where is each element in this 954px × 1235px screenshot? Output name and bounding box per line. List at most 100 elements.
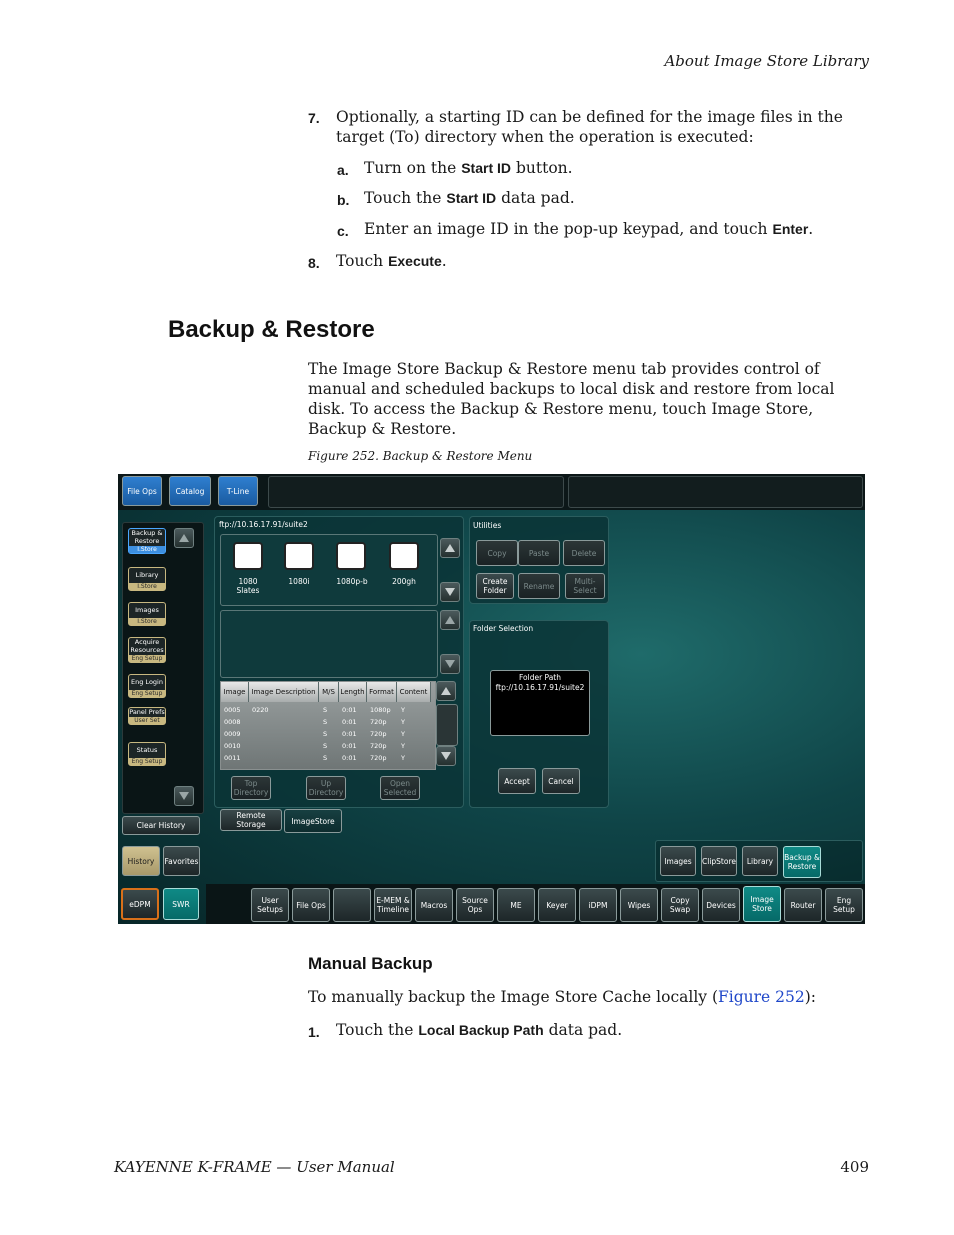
tab-me[interactable]: ME: [497, 888, 535, 922]
utilities-title: Utilities: [473, 521, 502, 530]
folder-1080-slates[interactable]: [230, 540, 266, 572]
sidebar-item-library[interactable]: Library I.Store: [128, 567, 166, 591]
preview-scroll-up-button[interactable]: [440, 610, 460, 630]
table-scrollbar-thumb[interactable]: [436, 704, 458, 746]
subtab-backup-restore[interactable]: Backup & Restore: [783, 846, 821, 878]
column-header-content[interactable]: Content: [397, 682, 431, 702]
cell-image: 0011: [224, 754, 241, 762]
step-a-keyword: Start ID: [461, 160, 512, 176]
table-row[interactable]: 0011 S 0:01 720p Y: [221, 752, 435, 764]
cell-description: 0220: [252, 706, 269, 714]
table-row[interactable]: 0009 S 0:01 720p Y: [221, 728, 435, 740]
copy-button[interactable]: Copy: [476, 540, 518, 566]
sidebar-item-status[interactable]: Status Eng Setup: [128, 742, 166, 766]
step-a-pre: Turn on the: [364, 159, 457, 177]
table-row[interactable]: 0008 S 0:01 720p Y: [221, 716, 435, 728]
tab-e-mem-timeline[interactable]: E-MEM & Timeline: [374, 888, 412, 922]
step-c-letter: c.: [337, 223, 349, 239]
history-button[interactable]: History: [122, 846, 160, 876]
step-a-letter: a.: [337, 162, 349, 178]
sidebar-item-eng-login[interactable]: Eng Login Eng Setup: [128, 674, 166, 698]
step-1-text: Touch the Local Backup Path data pad.: [336, 1020, 622, 1040]
tab-copy-swap[interactable]: Copy Swap: [661, 888, 699, 922]
tab-devices[interactable]: Devices: [702, 888, 740, 922]
intro-post: ):: [804, 988, 817, 1006]
edpm-button[interactable]: eDPM: [121, 888, 159, 920]
column-header-format[interactable]: Format: [367, 682, 397, 702]
sidebar-item-category: I.Store: [129, 618, 165, 625]
history-scroll-down-button[interactable]: [174, 786, 194, 806]
sidebar-item-label: Status: [136, 746, 158, 754]
tab-eng-setup[interactable]: Eng Setup: [825, 888, 863, 922]
tab-catalog[interactable]: Catalog: [169, 476, 211, 506]
cell-content: Y: [401, 730, 405, 738]
create-folder-button[interactable]: Create Folder: [476, 573, 514, 599]
manual-backup-intro: To manually backup the Image Store Cache…: [308, 987, 816, 1007]
history-scroll-up-button[interactable]: [174, 528, 194, 548]
cancel-button[interactable]: Cancel: [542, 768, 580, 794]
sidebar-item-backup-restore[interactable]: Backup & Restore I.Store: [128, 528, 166, 554]
top-directory-button[interactable]: Top Directory: [231, 776, 271, 800]
folder-1080p-b[interactable]: [333, 540, 369, 572]
cell-format: 1080p: [370, 706, 391, 714]
sidebar-item-acquire-resources[interactable]: Acquire Resources Eng Setup: [128, 637, 166, 663]
tab-router[interactable]: Router: [784, 888, 822, 922]
subtab-library[interactable]: Library: [742, 846, 778, 876]
open-selected-button[interactable]: Open Selected: [380, 776, 420, 800]
sidebar-item-category: User Set: [129, 717, 165, 724]
favorites-button[interactable]: Favorites: [163, 846, 200, 876]
table-row[interactable]: 0010 S 0:01 720p Y: [221, 740, 435, 752]
figure-link[interactable]: Figure 252: [718, 988, 805, 1006]
column-header-image[interactable]: Image: [221, 682, 249, 702]
clear-history-button[interactable]: Clear History: [122, 816, 200, 835]
multi-select-button[interactable]: Multi-Select: [565, 573, 605, 599]
tab-wipes[interactable]: Wipes: [620, 888, 658, 922]
table-scroll-up-button[interactable]: [436, 681, 456, 701]
folder-200gh[interactable]: [386, 540, 422, 572]
rename-button[interactable]: Rename: [518, 573, 560, 599]
step-c-keyword: Enter: [772, 221, 809, 237]
tab-idpm[interactable]: iDPM: [579, 888, 617, 922]
folders-scroll-up-button[interactable]: [440, 538, 460, 558]
tab-blank[interactable]: [333, 888, 371, 922]
tab-source-ops[interactable]: Source Ops: [456, 888, 494, 922]
sidebar-item-label: Library: [135, 571, 159, 579]
up-directory-button[interactable]: Up Directory: [306, 776, 346, 800]
image-table[interactable]: Image Image Description M/S Length Forma…: [220, 681, 436, 770]
step-b-pre: Touch the: [364, 189, 442, 207]
accept-button[interactable]: Accept: [498, 768, 536, 794]
tab-imagestore[interactable]: ImageStore: [284, 809, 342, 833]
subtab-clipstore[interactable]: ClipStore: [701, 846, 737, 876]
tab-file-ops[interactable]: File Ops: [122, 476, 162, 506]
folders-scroll-down-button[interactable]: [440, 582, 460, 602]
folder-1080i[interactable]: [281, 540, 317, 572]
tab-macros[interactable]: Macros: [415, 888, 453, 922]
tab-t-line[interactable]: T-Line: [218, 476, 258, 506]
column-header-ms[interactable]: M/S: [319, 682, 339, 702]
preview-scroll-down-button[interactable]: [440, 654, 460, 674]
column-header-description[interactable]: Image Description: [249, 682, 319, 702]
folder-path-pad[interactable]: Folder Path ftp://10.16.17.91/suite2: [490, 670, 590, 736]
step-7-text: Optionally, a starting ID can be defined…: [336, 108, 843, 146]
paste-button[interactable]: Paste: [518, 540, 560, 566]
table-scroll-down-button[interactable]: [436, 746, 456, 766]
footer-title: KAYENNE K-FRAME — User Manual: [114, 1158, 395, 1176]
tab-image-store[interactable]: Image Store: [743, 886, 781, 922]
table-row[interactable]: 0005 0220 S 0:01 1080p Y: [221, 704, 435, 716]
delete-button[interactable]: Delete: [563, 540, 605, 566]
history-list-panel: [122, 522, 204, 814]
tab-file-ops-bottom[interactable]: File Ops: [292, 888, 330, 922]
swr-button[interactable]: SWR: [163, 888, 199, 920]
tab-remote-storage[interactable]: Remote Storage: [220, 809, 282, 831]
folder-label: 1080p-b: [336, 577, 368, 586]
cell-length: 0:01: [342, 706, 357, 714]
tab-user-setups[interactable]: User Setups: [251, 888, 289, 922]
sidebar-item-images[interactable]: Images I.Store: [128, 602, 166, 626]
subtab-images[interactable]: Images: [660, 846, 696, 876]
arrow-up-icon: [179, 534, 189, 542]
column-header-length[interactable]: Length: [339, 682, 367, 702]
top-empty-field-1: [268, 476, 564, 508]
step-1-number: 1.: [308, 1024, 320, 1040]
sidebar-item-panel-prefs[interactable]: Panel Prefs User Set: [128, 707, 166, 725]
tab-keyer[interactable]: Keyer: [538, 888, 576, 922]
